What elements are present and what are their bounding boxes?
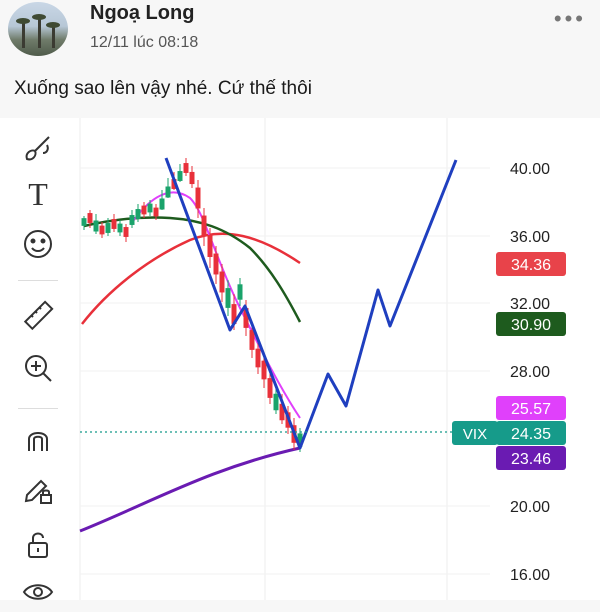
candle-body: [201, 215, 207, 237]
avatar[interactable]: [8, 2, 68, 56]
ma-green-line: [83, 216, 302, 323]
price-tick-20: 20.00: [510, 499, 550, 516]
price-badge-green: 30.90: [496, 312, 566, 336]
eye-icon[interactable]: [18, 572, 58, 612]
candle-body: [249, 330, 255, 350]
candle-body: [123, 227, 129, 237]
price-badge-current: VIX 24.35: [452, 421, 566, 445]
drawing-toolbar: T: [0, 118, 78, 600]
candle-body: [99, 225, 105, 235]
candle-body: [213, 253, 219, 275]
more-dots-icon[interactable]: •••: [554, 6, 586, 32]
candle-body: [273, 393, 279, 411]
price-badge-red: 34.36: [496, 252, 566, 276]
text-tool-icon[interactable]: T: [18, 174, 58, 214]
chart-canvas: 40.00 36.00 32.00 28.00 20.00 16.00 34.3…: [79, 118, 566, 600]
unlock-icon[interactable]: [18, 524, 58, 564]
candle-body: [93, 220, 99, 232]
zoom-in-icon[interactable]: [18, 348, 58, 388]
svg-text:34.36: 34.36: [511, 257, 551, 274]
svg-text:24.35: 24.35: [511, 426, 551, 443]
candle-body: [111, 219, 117, 229]
candle-body: [165, 186, 171, 198]
brush-icon[interactable]: [18, 128, 58, 168]
svg-text:25.57: 25.57: [511, 401, 551, 418]
chart-screenshot: 40.00 36.00 32.00 28.00 20.00 16.00 34.3…: [0, 118, 600, 600]
candle-body: [153, 207, 159, 217]
svg-text:30.90: 30.90: [511, 317, 551, 334]
post-text: Xuống sao lên vậy nhé. Cứ thế thôi: [14, 78, 312, 99]
candle-body: [195, 187, 201, 209]
magnet-icon[interactable]: [18, 420, 58, 460]
candlestick-series: [81, 158, 303, 452]
lock-pencil-icon[interactable]: [18, 470, 58, 510]
candle-body: [267, 378, 273, 398]
emoji-icon[interactable]: [18, 224, 58, 264]
candle-body: [147, 203, 153, 213]
svg-text:23.46: 23.46: [511, 451, 551, 468]
author-name[interactable]: Ngoạ Long: [90, 2, 194, 25]
price-badge-pink: 25.57: [496, 396, 566, 420]
candle-body: [105, 223, 111, 233]
price-tick-28: 28.00: [510, 364, 550, 381]
candle-body: [81, 218, 87, 226]
price-tick-32: 32.00: [510, 296, 550, 313]
candle-body: [87, 213, 93, 223]
ma-red-line: [81, 232, 301, 325]
candle-body: [237, 284, 243, 300]
candle-body: [141, 205, 147, 215]
price-badge-purple: 23.46: [496, 446, 566, 470]
candle-body: [207, 235, 213, 257]
svg-text:VIX: VIX: [463, 426, 487, 443]
ruler-icon[interactable]: [18, 296, 58, 336]
candle-body: [159, 198, 165, 210]
candle-body: [117, 223, 123, 233]
candle-body: [225, 288, 231, 308]
candle-body: [189, 171, 195, 185]
price-tick-36: 36.00: [510, 229, 550, 246]
ma-purple-line: [79, 446, 301, 533]
candle-body: [219, 271, 225, 293]
candle-body: [255, 348, 261, 368]
post-header: Ngoạ Long 12/11 lúc 08:18 •••: [0, 0, 600, 60]
price-tick-40: 40.00: [510, 161, 550, 178]
candle-body: [135, 209, 141, 219]
candle-body: [129, 215, 135, 225]
candle-body: [183, 163, 189, 173]
price-tick-16: 16.00: [510, 567, 550, 584]
post-timestamp[interactable]: 12/11 lúc 08:18: [90, 34, 198, 52]
candle-body: [177, 171, 183, 181]
